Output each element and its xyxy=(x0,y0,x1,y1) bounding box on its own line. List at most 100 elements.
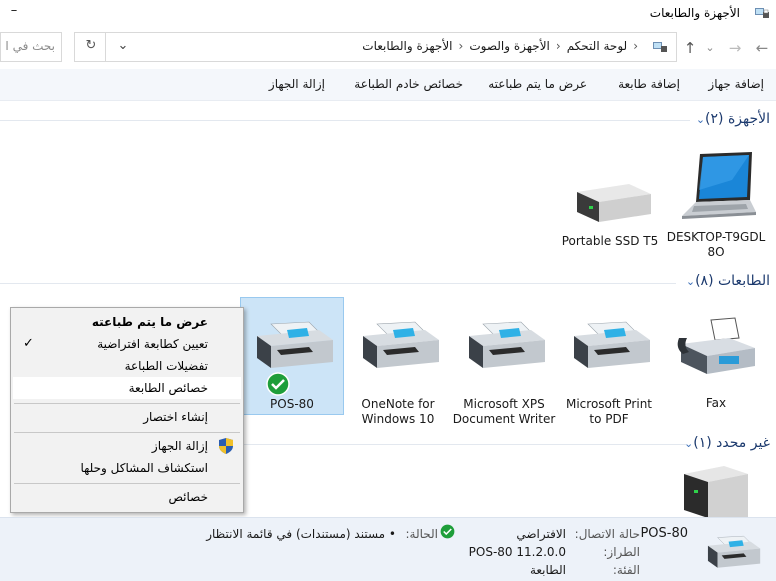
group-title: غير محدد (١) xyxy=(693,435,770,451)
device-label: Portable SSD T5 xyxy=(561,234,659,248)
breadcrumb-item-control-panel[interactable]: لوحة التحكم xyxy=(567,39,628,53)
printer-item-fax[interactable]: Fax xyxy=(664,316,768,416)
group-divider xyxy=(0,283,676,284)
group-divider xyxy=(244,444,686,445)
printer-icon xyxy=(257,321,333,368)
menu-item-create-shortcut[interactable]: إنشاء اختصار xyxy=(13,406,241,428)
unspecified-device-icon xyxy=(684,466,748,518)
menu-item-label: إنشاء اختصار xyxy=(143,410,208,424)
device-item-ssd[interactable]: Portable SSD T5 xyxy=(558,178,662,258)
address-divider xyxy=(105,33,106,61)
menu-item-label: خصائص xyxy=(168,490,208,504)
window-title: الأجهزة والطابعات xyxy=(649,6,740,20)
add-device-button[interactable]: إضافة جهاز xyxy=(708,77,764,91)
device-label-line2: 8O xyxy=(707,245,725,259)
details-model-value: POS-80 11.2.0.0 xyxy=(468,545,566,559)
printer-label: Microsoft Print xyxy=(565,397,653,411)
menu-item-label: استكشاف المشاكل وحلها xyxy=(80,461,208,475)
add-printer-button[interactable]: إضافة طابعة xyxy=(618,77,680,91)
printer-label: OneNote for xyxy=(361,397,435,411)
printer-label-line2: Document Writer xyxy=(452,412,556,426)
chevron-down-icon: ⌄ xyxy=(695,113,706,126)
printer-icon xyxy=(469,321,545,368)
group-title: الطابعات (٨) xyxy=(695,273,770,289)
breadcrumb: ‹ لوحة التحكم ‹ الأجهزة والصوت ‹ الأجهزة والط… xyxy=(362,39,644,53)
breadcrumb-item-devices-printers[interactable]: الأجهزة والطابعات xyxy=(362,39,452,53)
menu-item-remove-device[interactable]: إزالة الجهاز xyxy=(13,435,241,457)
printer-label-line2: to PDF xyxy=(589,412,629,426)
details-model-label: الطراز: xyxy=(603,545,640,559)
printer-icon xyxy=(707,535,761,568)
printer-icon xyxy=(363,321,439,368)
check-icon: ✓ xyxy=(23,336,34,351)
address-bar[interactable]: ⌄ ↻ ‹ لوحة التحكم ‹ الأجهزة والصوت ‹ الأجهزة … xyxy=(74,32,677,62)
printer-item-print-to-pdf[interactable]: Microsoft Print to PDF xyxy=(557,316,661,426)
details-category-label: الفئة: xyxy=(612,563,640,577)
printer-item-onenote[interactable]: OneNote for Windows 10 xyxy=(346,316,450,426)
group-title: الأجهزة (٢) xyxy=(705,111,770,127)
laptop-icon xyxy=(682,152,756,219)
see-printing-button[interactable]: عرض ما يتم طباعته xyxy=(488,77,587,91)
details-connection-label: حالة الاتصال: xyxy=(574,527,640,541)
details-status-value: • مستند (مستندات) في قائمة الانتظار xyxy=(206,527,396,541)
recent-locations-button[interactable]: ⌄ xyxy=(700,38,720,58)
up-button[interactable]: ↑ xyxy=(680,38,700,58)
menu-item-label: إزالة الجهاز xyxy=(151,439,208,453)
menu-item-label: خصائص الطابعة xyxy=(128,381,208,395)
printer-label: POS-80 xyxy=(270,397,314,411)
chevron-down-icon: ⌄ xyxy=(685,275,696,288)
ssd-icon xyxy=(577,184,651,222)
printer-label: Fax xyxy=(705,396,727,410)
device-item-desktop[interactable]: DESKTOP-T9GDL 8O xyxy=(664,150,768,265)
devices-printers-icon xyxy=(755,8,769,18)
forward-button[interactable]: → xyxy=(725,38,745,58)
search-box[interactable]: بحث في ا xyxy=(0,32,62,62)
printer-label: Microsoft XPS xyxy=(463,397,545,411)
group-divider xyxy=(0,120,690,121)
menu-item-troubleshoot[interactable]: استكشاف المشاكل وحلها xyxy=(13,457,241,479)
menu-item-set-default[interactable]: تعيين كطابعة افتراضية ✓ xyxy=(13,333,241,355)
menu-item-label: تفضيلات الطباعة xyxy=(124,359,208,373)
search-placeholder: بحث في ا xyxy=(5,39,55,53)
menu-separator xyxy=(14,403,240,404)
default-check-icon xyxy=(266,372,290,396)
details-pane: POS-80 حالة الاتصال: الافتراضي الطراز: P… xyxy=(0,517,776,581)
control-panel-icon xyxy=(653,42,667,52)
status-check-icon xyxy=(440,524,455,539)
group-header-printers[interactable]: الطابعات (٨)⌄ xyxy=(679,273,770,289)
title-bar: – الأجهزة والطابعات xyxy=(0,0,776,28)
printer-label-line2: Windows 10 xyxy=(361,412,435,426)
address-dropdown-icon[interactable]: ⌄ xyxy=(113,38,133,53)
uac-shield-icon xyxy=(219,438,233,454)
details-connection-value: الافتراضي xyxy=(516,527,566,541)
command-bar: إضافة جهاز إضافة طابعة عرض ما يتم طباعته… xyxy=(0,69,776,101)
breadcrumb-sep: ‹ xyxy=(555,39,561,53)
fax-icon xyxy=(677,317,755,374)
menu-item-properties[interactable]: خصائص xyxy=(13,486,241,508)
breadcrumb-sep: ‹ xyxy=(633,39,638,53)
minimize-button[interactable]: – xyxy=(4,2,24,22)
back-button[interactable]: ← xyxy=(752,38,772,58)
menu-item-see-printing[interactable]: عرض ما يتم طباعته xyxy=(13,311,241,333)
context-menu: عرض ما يتم طباعته تعيين كطابعة افتراضية ✓… xyxy=(10,307,244,513)
menu-separator xyxy=(14,483,240,484)
menu-separator xyxy=(14,432,240,433)
group-header-devices[interactable]: الأجهزة (٢)⌄ xyxy=(689,111,770,127)
printer-item-xps[interactable]: Microsoft XPS Document Writer xyxy=(452,316,556,426)
menu-item-printer-properties[interactable]: خصائص الطابعة xyxy=(13,377,241,399)
breadcrumb-item-hardware-sound[interactable]: الأجهزة والصوت xyxy=(469,39,550,53)
details-category-value: الطابعة xyxy=(529,563,566,577)
printer-icon xyxy=(574,321,650,368)
breadcrumb-sep: ‹ xyxy=(458,39,464,53)
device-label: DESKTOP-T9GDL xyxy=(666,230,766,244)
menu-item-label: تعيين كطابعة افتراضية xyxy=(97,337,208,351)
group-header-unspecified[interactable]: غير محدد (١)⌄ xyxy=(677,435,770,451)
remove-device-button[interactable]: إزالة الجهاز xyxy=(269,77,325,91)
details-status-label: الحالة: xyxy=(405,527,438,541)
refresh-icon[interactable]: ↻ xyxy=(77,38,105,53)
printer-item-pos80[interactable]: POS-80 xyxy=(240,297,344,415)
print-server-properties-button[interactable]: خصائص خادم الطباعة xyxy=(354,77,463,91)
menu-item-label: عرض ما يتم طباعته xyxy=(91,315,208,329)
menu-item-printing-preferences[interactable]: تفضيلات الطباعة xyxy=(13,355,241,377)
details-device-name: POS-80 xyxy=(640,526,688,541)
